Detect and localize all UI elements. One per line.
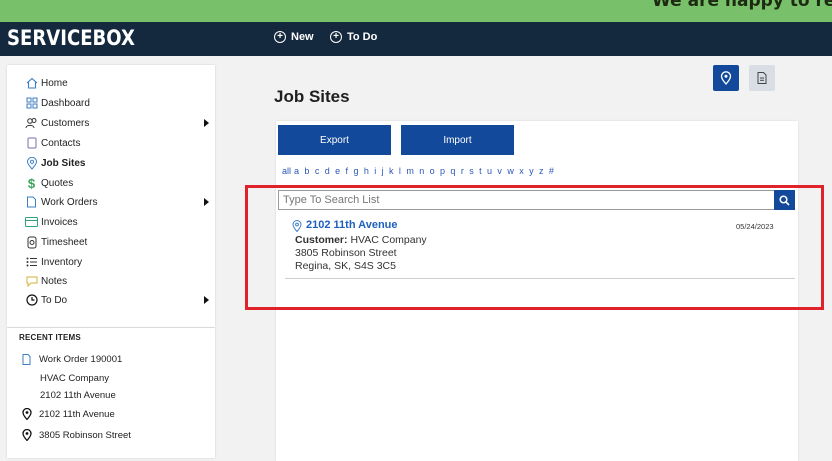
users-icon [25, 117, 38, 130]
recent-items-panel: RECENT ITEMS Work Order 190001 HVAC Comp… [7, 328, 215, 458]
note-icon [25, 275, 38, 288]
filter-o[interactable]: o [430, 166, 435, 176]
stopwatch-icon [25, 236, 38, 249]
filter-z[interactable]: z [539, 166, 544, 176]
recent-work-order-site: 2102 11th Avenue [40, 390, 116, 401]
map-view-button[interactable] [713, 65, 739, 91]
sidebar-item-timesheet[interactable]: Timesheet [25, 234, 87, 250]
filter-y[interactable]: y [529, 166, 534, 176]
todo-button[interactable]: + To Do [330, 31, 377, 43]
filter-w[interactable]: w [507, 166, 514, 176]
contact-book-icon [25, 137, 38, 150]
filter-q[interactable]: q [450, 166, 455, 176]
filter-h[interactable]: h [364, 166, 369, 176]
document-icon [757, 72, 767, 84]
filter-a[interactable]: a [294, 166, 299, 176]
filter-b[interactable]: b [304, 166, 309, 176]
home-icon [25, 77, 38, 90]
filter-m[interactable]: m [406, 166, 414, 176]
filter-f[interactable]: f [346, 166, 349, 176]
dollar-icon: $ [27, 175, 36, 191]
filter-hash[interactable]: # [549, 166, 554, 176]
filter-r[interactable]: r [461, 166, 464, 176]
work-orders-expand-arrow[interactable] [204, 198, 209, 206]
filter-j[interactable]: j [382, 166, 384, 176]
filter-all[interactable]: all [282, 166, 291, 176]
filter-k[interactable]: k [389, 166, 394, 176]
filter-v[interactable]: v [497, 166, 502, 176]
recent-job-site[interactable]: 2102 11th Avenue [22, 408, 115, 420]
sidebar-item-customers[interactable]: Customers [25, 115, 89, 131]
sidebar-item-invoices[interactable]: Invoices [25, 214, 78, 230]
sidebar-item-dashboard[interactable]: Dashboard [25, 95, 90, 111]
import-button[interactable]: Import [401, 125, 514, 155]
map-pin-icon [22, 429, 32, 441]
filter-g[interactable]: g [353, 166, 358, 176]
document-icon [22, 354, 31, 365]
filter-e[interactable]: e [335, 166, 340, 176]
banner-text: We are happy to release [652, 0, 832, 11]
highlight-box [245, 185, 824, 310]
sidebar: Home Dashboard Customers Contacts Job Si… [7, 65, 215, 327]
list-view-button[interactable] [749, 65, 775, 91]
map-pin-icon [720, 71, 732, 85]
clock-icon [25, 294, 38, 307]
filter-x[interactable]: x [519, 166, 524, 176]
recent-items-title: RECENT ITEMS [19, 333, 81, 342]
todo-expand-arrow[interactable] [204, 296, 209, 304]
filter-t[interactable]: t [479, 166, 482, 176]
announcement-banner: We are happy to release [0, 0, 832, 22]
logo[interactable]: SERVICEBOX [7, 26, 135, 50]
document-icon [25, 196, 38, 209]
sidebar-item-home[interactable]: Home [25, 75, 68, 91]
sidebar-item-contacts[interactable]: Contacts [25, 135, 80, 151]
sidebar-item-quotes[interactable]: $ Quotes [25, 175, 73, 191]
sidebar-item-work-orders[interactable]: Work Orders [25, 194, 98, 210]
filter-c[interactable]: c [315, 166, 320, 176]
recent-work-order[interactable]: Work Order 190001 [22, 354, 122, 365]
new-button[interactable]: + New [274, 31, 314, 43]
filter-d[interactable]: d [325, 166, 330, 176]
top-bar: SERVICEBOX + New + To Do [0, 22, 832, 56]
dashboard-icon [25, 97, 38, 110]
page-title: Job Sites [274, 87, 350, 106]
sidebar-item-notes[interactable]: Notes [25, 273, 67, 289]
map-pin-icon [25, 156, 38, 170]
plus-circle-icon: + [330, 31, 342, 43]
filter-n[interactable]: n [419, 166, 424, 176]
recent-address[interactable]: 3805 Robinson Street [22, 429, 131, 441]
filter-l[interactable]: l [399, 166, 401, 176]
list-icon [25, 256, 38, 269]
sidebar-item-inventory[interactable]: Inventory [25, 254, 82, 270]
alphabet-filter: all a b c d e f g h i j k l m n o p q r s t u v w x y z # [282, 166, 559, 176]
export-button[interactable]: Export [278, 125, 391, 155]
filter-p[interactable]: p [440, 166, 445, 176]
recent-work-order-customer: HVAC Company [40, 373, 109, 384]
customers-expand-arrow[interactable] [204, 119, 209, 127]
sidebar-item-todo[interactable]: To Do [25, 292, 67, 308]
filter-s[interactable]: s [469, 166, 474, 176]
map-pin-icon [22, 408, 32, 420]
filter-i[interactable]: i [374, 166, 376, 176]
filter-u[interactable]: u [487, 166, 492, 176]
plus-circle-icon: + [274, 31, 286, 43]
credit-card-icon [25, 216, 38, 229]
new-label: New [291, 31, 314, 43]
sidebar-item-job-sites[interactable]: Job Sites [25, 155, 85, 171]
todo-label: To Do [347, 31, 378, 43]
